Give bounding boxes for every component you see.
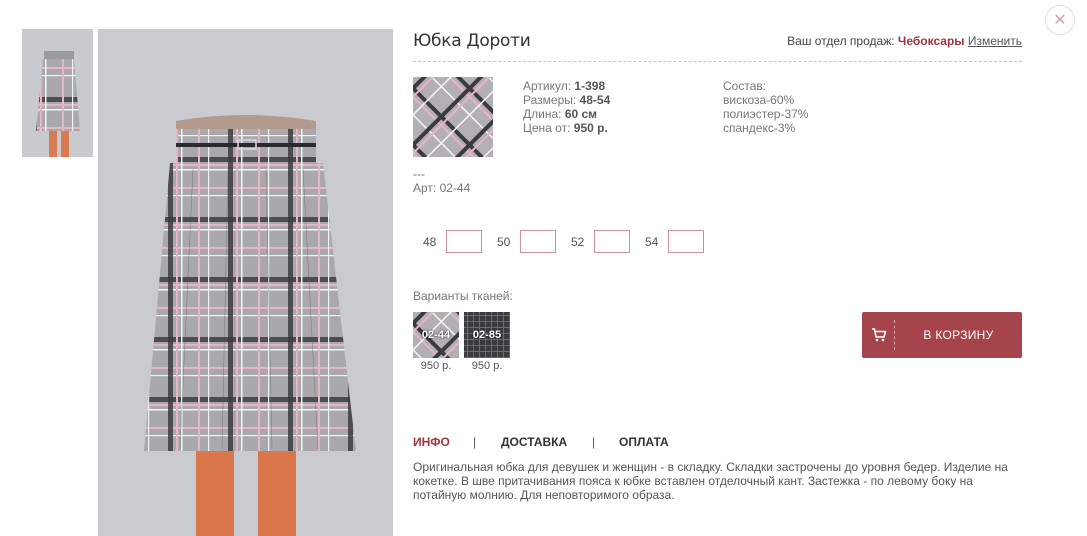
spec-price-value: 950 р. <box>573 121 608 135</box>
cart-icon <box>864 328 894 342</box>
fabric-swatch-image <box>413 77 493 157</box>
close-button[interactable]: ✕ <box>1045 5 1075 35</box>
tab-info[interactable]: ИНФО <box>413 435 450 449</box>
product-specs: Артикул: 1-398 Размеры: 48-54 Длина: 60 … <box>523 79 610 135</box>
composition-item: спандекс-3% <box>723 121 796 135</box>
tab-separator: | <box>473 435 477 449</box>
fabric-variant-02-85[interactable]: 02-85 950 р. <box>464 312 510 372</box>
size-quantity-input-54[interactable] <box>668 230 704 253</box>
add-to-cart-label: В КОРЗИНУ <box>923 328 994 342</box>
variant-swatch: 02-85 <box>464 312 510 358</box>
fabric-variant-02-44[interactable]: 02-44 950 р. <box>413 312 459 372</box>
sales-department-label: Ваш отдел продаж: <box>787 34 895 48</box>
dashes-text: --- <box>413 167 425 181</box>
variant-code: 02-85 <box>472 329 502 341</box>
add-to-cart-button[interactable]: В КОРЗИНУ <box>862 312 1022 358</box>
composition-label: Состав: <box>723 79 767 93</box>
product-main-photo <box>98 29 393 536</box>
size-quantity-input-52[interactable] <box>594 230 630 253</box>
composition-item: полиэстер-37% <box>723 107 809 121</box>
product-thumbnail[interactable] <box>22 29 93 157</box>
skirt-thumbnail-image <box>22 29 93 157</box>
size-quantity-input-48[interactable] <box>446 230 482 253</box>
spec-length-label: Длина: <box>523 107 562 121</box>
tab-delivery[interactable]: ДОСТАВКА <box>501 435 567 449</box>
size-label: 54 <box>645 235 659 249</box>
variant-code: 02-44 <box>421 329 451 341</box>
tab-payment[interactable]: ОПЛАТА <box>619 435 669 449</box>
spec-length-value: 60 см <box>564 107 598 121</box>
composition-item: вискоза-60% <box>723 93 795 107</box>
change-department-link[interactable]: Изменить <box>968 34 1022 48</box>
variant-price: 950 р. <box>420 360 452 372</box>
spec-sizes-value: 48-54 <box>579 93 611 107</box>
spec-length: Длина: 60 см <box>523 107 610 121</box>
art-code: Арт: 02-44 <box>413 181 471 195</box>
spec-sizes-label: Размеры: <box>523 93 577 107</box>
size-label: 52 <box>571 235 585 249</box>
tab-separator: | <box>592 435 596 449</box>
spec-article: Артикул: 1-398 <box>523 79 610 93</box>
spec-price: Цена от: 950 р. <box>523 121 610 135</box>
header-divider <box>413 61 1022 62</box>
spec-sizes: Размеры: 48-54 <box>523 93 610 107</box>
spec-price-label: Цена от: <box>523 121 571 135</box>
fabric-variants-label: Варианты тканей: <box>413 289 513 303</box>
fabric-swatch <box>413 77 493 157</box>
size-quantity-input-50[interactable] <box>520 230 556 253</box>
product-title: Юбка Дороти <box>413 31 531 51</box>
spec-article-value: 1-398 <box>574 79 606 93</box>
sales-department: Ваш отдел продаж: Чебоксары Изменить <box>787 34 1022 48</box>
variant-swatch: 02-44 <box>413 312 459 358</box>
close-icon: ✕ <box>1053 12 1067 29</box>
spec-article-label: Артикул: <box>523 79 572 93</box>
sales-department-city: Чебоксары <box>897 34 965 48</box>
skirt-photo <box>98 29 393 536</box>
variant-price: 950 р. <box>471 360 503 372</box>
size-label: 50 <box>497 235 511 249</box>
product-description: Оригинальная юбка для девушек и женщин -… <box>413 460 1008 502</box>
composition: Состав: вискоза-60% полиэстер-37% спанде… <box>723 79 808 135</box>
size-label: 48 <box>423 235 437 249</box>
